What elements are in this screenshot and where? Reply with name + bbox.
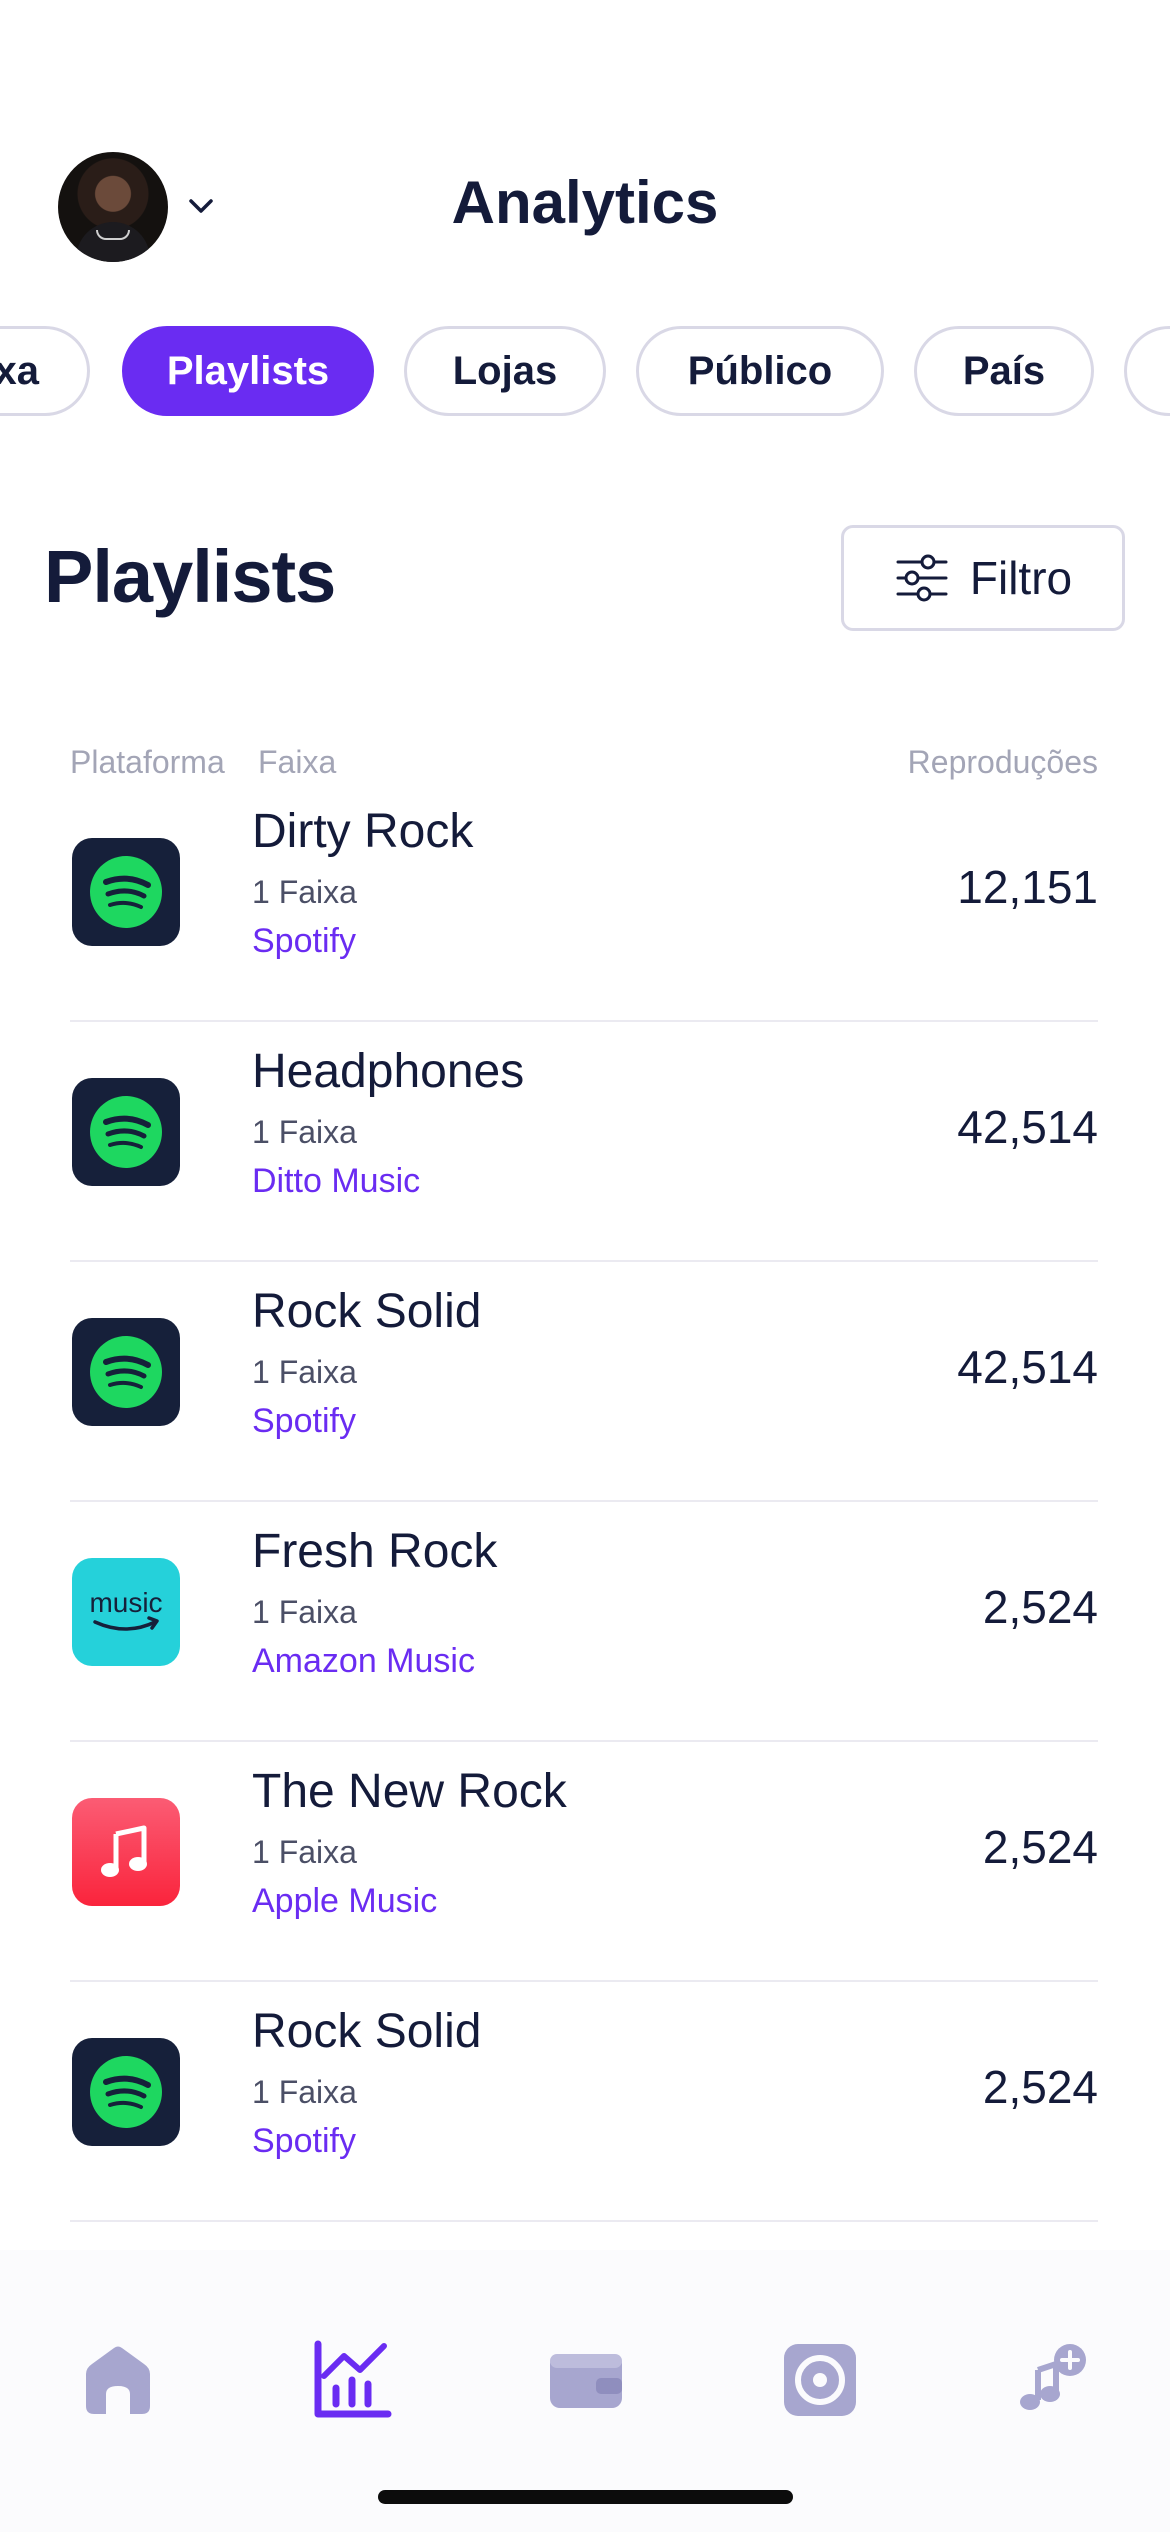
amazon-music-icon: music: [72, 1558, 180, 1666]
playlist-row[interactable]: Rock Solid 1 Faixa Spotify 42,514: [70, 1262, 1098, 1502]
playlist-name: Headphones: [252, 1045, 525, 1098]
platform-name: Apple Music: [252, 1882, 438, 1920]
column-header-plays: Reproduções: [907, 744, 1098, 780]
plays-count: 2,524: [982, 1821, 1098, 1873]
sliders-icon: [896, 554, 948, 602]
plays-count: 12,151: [957, 861, 1098, 913]
playlist-name: Rock Solid: [252, 2005, 482, 2058]
spotify-icon: [72, 1318, 180, 1426]
playlist-row[interactable]: Rock Solid 1 Faixa Spotify 2,524: [70, 1982, 1098, 2222]
section-title: Playlists: [44, 535, 336, 618]
playlist-row[interactable]: The New Rock 1 Faixa Apple Music 2,524: [70, 1742, 1098, 1982]
page-title: Analytics: [451, 169, 719, 236]
playlist-name: Fresh Rock: [252, 1525, 498, 1578]
filter-label: Filtro: [969, 552, 1073, 604]
track-count: 1 Faixa: [252, 2074, 357, 2110]
plays-count: 42,514: [957, 1101, 1098, 1153]
tab-next[interactable]: [1124, 326, 1170, 416]
tab-publico[interactable]: Público: [636, 326, 884, 416]
plays-count: 2,524: [982, 2061, 1098, 2113]
track-count: 1 Faixa: [252, 1834, 357, 1870]
tab-playlists[interactable]: Playlists: [122, 326, 374, 416]
platform-name: Spotify: [252, 2122, 356, 2160]
playlist-row[interactable]: Headphones 1 Faixa Ditto Music 42,514: [70, 1022, 1098, 1262]
spotify-icon: [72, 2038, 180, 2146]
plays-count: 42,514: [957, 1341, 1098, 1393]
platform-name: Ditto Music: [252, 1162, 421, 1200]
column-header-track: Faixa: [258, 744, 337, 780]
track-count: 1 Faixa: [252, 1354, 357, 1390]
track-count: 1 Faixa: [252, 1114, 357, 1150]
svg-text:music: music: [89, 1587, 162, 1618]
spotify-icon: [72, 838, 180, 946]
playlist-row[interactable]: Dirty Rock 1 Faixa Spotify 12,151: [70, 782, 1098, 1022]
platform-name: Spotify: [252, 1402, 356, 1440]
plays-count: 2,524: [982, 1581, 1098, 1633]
track-count: 1 Faixa: [252, 874, 357, 910]
platform-name: Spotify: [252, 922, 356, 960]
tab-lojas[interactable]: Lojas: [404, 326, 606, 416]
tab-faixa[interactable]: Faixa: [0, 326, 90, 416]
spotify-icon: [72, 1078, 180, 1186]
wallet-icon[interactable]: [536, 2330, 636, 2430]
playlist-row[interactable]: music Fresh Rock 1 Faixa Amazon Music 2,…: [70, 1502, 1098, 1742]
tab-pais[interactable]: País: [914, 326, 1094, 416]
home-icon[interactable]: [68, 2330, 168, 2430]
track-count: 1 Faixa: [252, 1594, 357, 1630]
platform-name: Amazon Music: [252, 1642, 475, 1680]
tab-bar[interactable]: Faixa Playlists Lojas Público País: [0, 326, 1170, 418]
playlist-name: Dirty Rock: [252, 805, 474, 858]
disc-icon[interactable]: [770, 2330, 870, 2430]
filter-button[interactable]: Filtro: [841, 525, 1125, 631]
playlist-name: The New Rock: [252, 1765, 567, 1818]
column-header-platform: Plataforma: [70, 744, 225, 780]
analytics-icon[interactable]: [302, 2330, 402, 2430]
playlist-name: Rock Solid: [252, 1285, 482, 1338]
apple-music-icon: [72, 1798, 180, 1906]
add-music-icon[interactable]: [1002, 2330, 1102, 2430]
home-indicator: [378, 2490, 793, 2504]
